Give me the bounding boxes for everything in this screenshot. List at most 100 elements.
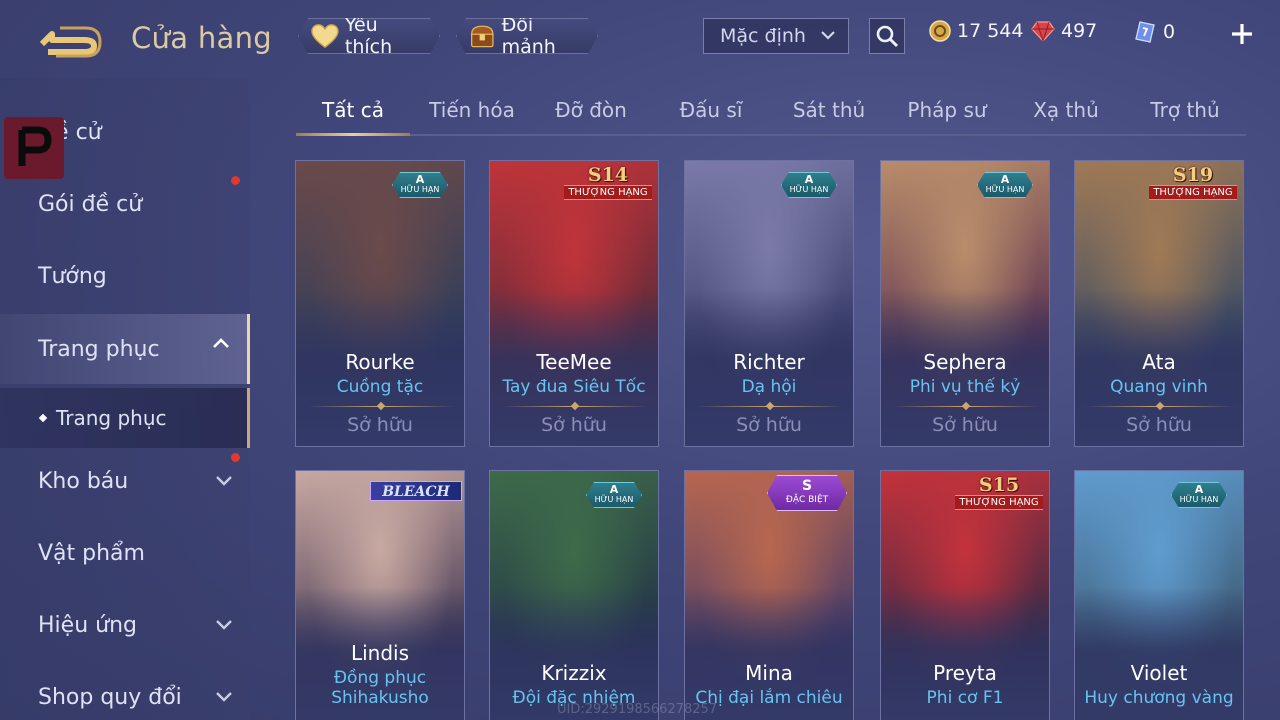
uid-watermark: UID:2929198566278257 [557, 702, 718, 717]
skin-card[interactable]: A HỮU HẠN Richter Dạ hội Sở hữu [684, 160, 854, 447]
voucher-amount: 0 [1163, 21, 1176, 43]
season-badge: S15 THƯỢNG HẠNG [953, 475, 1045, 513]
skin-card[interactable]: BLEACH Lindis Đồng phục Shihakusho [295, 470, 465, 720]
sidebar-item-label: Tướng [38, 263, 107, 289]
badge-tier: S19 [1172, 164, 1214, 186]
chevron-down-icon [216, 620, 232, 630]
ruby-amount: 497 [1061, 20, 1098, 42]
badge-label: ĐẶC BIỆT [785, 495, 829, 505]
skin-card[interactable]: A HỮU HẠN Rourke Cuồng tặc Sở hữu [295, 160, 465, 447]
badge-label: THƯỢNG HẠNG [955, 495, 1043, 510]
badge-label: HỮU HẠN [400, 185, 440, 194]
tab-tank[interactable]: Đỡ đòn [534, 98, 648, 122]
bullet-icon [38, 413, 48, 423]
sidebar-item-skins[interactable]: Trang phục [0, 314, 250, 384]
page-title: Cửa hàng [131, 21, 272, 55]
chevron-down-icon [821, 31, 835, 40]
skin-name: Huy chương vàng [1084, 688, 1234, 708]
chevron-up-icon [213, 338, 229, 348]
search-button[interactable] [869, 18, 905, 54]
sort-dropdown[interactable]: Mặc định [703, 18, 849, 54]
hero-name: TeeMee [536, 350, 612, 374]
badge-tier: A [1194, 483, 1204, 496]
card-divider [1087, 406, 1233, 407]
skin-card[interactable]: S15 THƯỢNG HẠNG Preyta Phi cơ F1 [880, 470, 1050, 720]
sidebar-item-label: Hiệu ứng [38, 612, 137, 638]
badge-label: HỮU HẠN [1179, 495, 1219, 504]
hero-name: Rourke [345, 350, 415, 374]
skin-card[interactable]: A HỮU HẠN Sephera Phi vụ thế kỷ Sở hữu [880, 160, 1050, 447]
tab-evolution[interactable]: Tiến hóa [416, 98, 528, 122]
sidebar-item-exchange-shop[interactable]: Shop quy đổi [0, 667, 250, 720]
tab-mage[interactable]: Pháp sư [890, 98, 1004, 122]
fragment-exchange-label: Đổi mảnh [501, 14, 556, 58]
tab-assassin[interactable]: Sát thủ [772, 98, 886, 122]
sidebar-item-items[interactable]: Vật phẩm [0, 523, 250, 583]
badge-label: THƯỢNG HẠNG [1149, 185, 1237, 200]
back-arrow-icon[interactable] [38, 22, 104, 58]
season-badge: S19 THƯỢNG HẠNG [1147, 165, 1239, 203]
badge-tier: S15 [978, 474, 1020, 496]
heart-icon [311, 23, 339, 49]
skin-card[interactable]: S14 THƯỢNG HẠNG TeeMee Tay đua Siêu Tốc S… [489, 160, 659, 447]
tab-fighter[interactable]: Đấu sĩ [654, 98, 768, 122]
ruby-icon [1031, 21, 1055, 42]
tab-marksman[interactable]: Xạ thủ [1009, 98, 1123, 122]
fragment-exchange-button[interactable]: Đổi mảnh [456, 18, 598, 54]
badge-tier: A [804, 173, 814, 186]
badge-tier: A [1000, 173, 1010, 186]
card-divider [893, 406, 1039, 407]
skin-name: Dạ hội [741, 377, 797, 397]
notification-dot [231, 176, 240, 185]
sidebar-item-featured-bundles[interactable]: Gói đề cử [0, 174, 250, 234]
gold-coin-icon [929, 20, 951, 42]
add-currency-plus-icon[interactable] [1228, 20, 1256, 48]
rarity-badge: A HỮU HẠN [392, 172, 448, 198]
rarity-badge: A HỮU HẠN [586, 482, 642, 508]
card-divider [308, 406, 454, 407]
favorites-button[interactable]: Yêu thích [298, 18, 440, 54]
sidebar-item-label: Vật phẩm [38, 540, 145, 566]
tab-all[interactable]: Tất cả [296, 98, 410, 122]
hero-name: Violet [1130, 661, 1188, 685]
skin-card[interactable]: S19 THƯỢNG HẠNG Ata Quang vinh Sở hữu [1074, 160, 1244, 447]
sidebar-item-label: Kho báu [38, 468, 129, 494]
sidebar-subitem-skins[interactable]: Trang phục [0, 388, 250, 448]
p-logo-icon [4, 117, 64, 179]
hero-name: Mina [745, 661, 793, 685]
skin-card[interactable]: S ĐẶC BIỆT Mina Chị đại lắm chiêu [684, 470, 854, 720]
sidebar-item-effects[interactable]: Hiệu ứng [0, 595, 250, 655]
owned-status: Sở hữu [347, 414, 413, 436]
top-bar: Cửa hàng Yêu thích Đổi mảnh Mặc định 17 … [0, 0, 1280, 78]
favorites-label: Yêu thích [344, 14, 393, 58]
ruby-balance: 497 [1031, 20, 1097, 42]
skin-name: Phi cơ F1 [926, 688, 1004, 708]
rarity-badge: A HỮU HẠN [977, 172, 1033, 198]
hero-name: Krizzix [541, 661, 607, 685]
sidebar-item-heroes[interactable]: Tướng [0, 246, 250, 306]
skin-card[interactable]: A HỮU HẠN Krizzix Đội đặc nhiệm [489, 470, 659, 720]
badge-tier: A [609, 483, 619, 496]
voucher-icon [1135, 21, 1155, 43]
skin-name: Tay đua Siêu Tốc [502, 377, 646, 397]
rarity-badge: A HỮU HẠN [781, 172, 837, 198]
sidebar-item-treasure[interactable]: Kho báu [0, 451, 250, 511]
skin-card[interactable]: A HỮU HẠN Violet Huy chương vàng [1074, 470, 1244, 720]
category-tabs: Tất cả Tiến hóa Đỡ đòn Đấu sĩ Sát thủ Ph… [296, 92, 1246, 136]
skin-name: Quang vinh [1110, 377, 1208, 397]
badge-label: HỮU HẠN [789, 185, 829, 194]
owned-status: Sở hữu [736, 414, 802, 436]
bleach-collab-badge: BLEACH [370, 481, 462, 501]
search-icon [876, 25, 899, 48]
rarity-badge: A HỮU HẠN [1171, 482, 1227, 508]
owned-status: Sở hữu [1126, 414, 1192, 436]
sidebar-item-label: Gói đề cử [38, 191, 143, 217]
sort-value: Mặc định [720, 25, 806, 47]
gold-balance: 17 544 [929, 20, 1023, 42]
chevron-down-icon [216, 692, 232, 702]
hero-name: Richter [733, 350, 805, 374]
sidebar-item-label: Shop quy đổi [38, 684, 182, 710]
tab-support[interactable]: Trợ thủ [1128, 98, 1242, 122]
season-badge: S14 THƯỢNG HẠNG [562, 165, 654, 203]
sidebar-item-label: Trang phục [38, 336, 160, 362]
